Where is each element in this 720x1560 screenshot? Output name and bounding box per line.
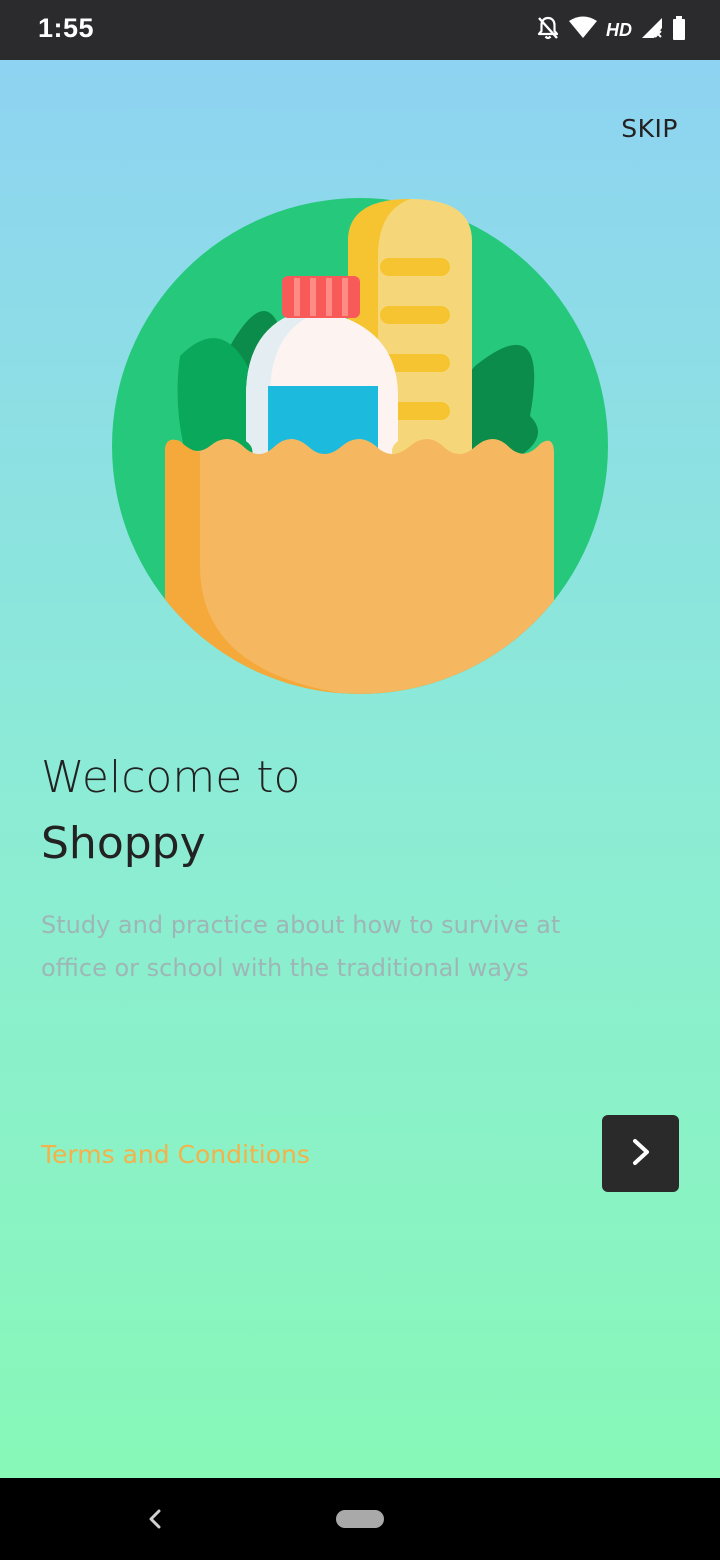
hd-indicator: HD [606, 19, 632, 40]
navigation-bar [0, 1478, 720, 1560]
onboarding-description: Study and practice about how to survive … [41, 911, 561, 982]
status-time: 1:55 [38, 13, 95, 43]
skip-button[interactable]: SKIP [621, 114, 678, 143]
chevron-right-icon [628, 1137, 654, 1171]
onboarding-content: SKIP Welcome to Shoppy Study and practic… [0, 60, 720, 1478]
home-pill-icon[interactable] [336, 1510, 384, 1528]
welcome-heading: Welcome to [41, 752, 301, 803]
next-button[interactable] [602, 1115, 679, 1192]
grocery-bag-illustration [110, 196, 610, 696]
status-icons: HD [536, 16, 686, 44]
brand-name: Shoppy [41, 818, 206, 869]
status-bar: 1:55 HD [0, 0, 720, 60]
signal-icon [640, 16, 664, 44]
back-icon[interactable] [144, 1504, 166, 1538]
terms-and-conditions-link[interactable]: Terms and Conditions [41, 1140, 310, 1169]
bell-off-icon [536, 15, 560, 45]
onboarding-screen: 1:55 HD SKIP Welcome to Shoppy Study and… [0, 0, 720, 1560]
wifi-icon [568, 16, 598, 44]
battery-icon [672, 16, 686, 44]
